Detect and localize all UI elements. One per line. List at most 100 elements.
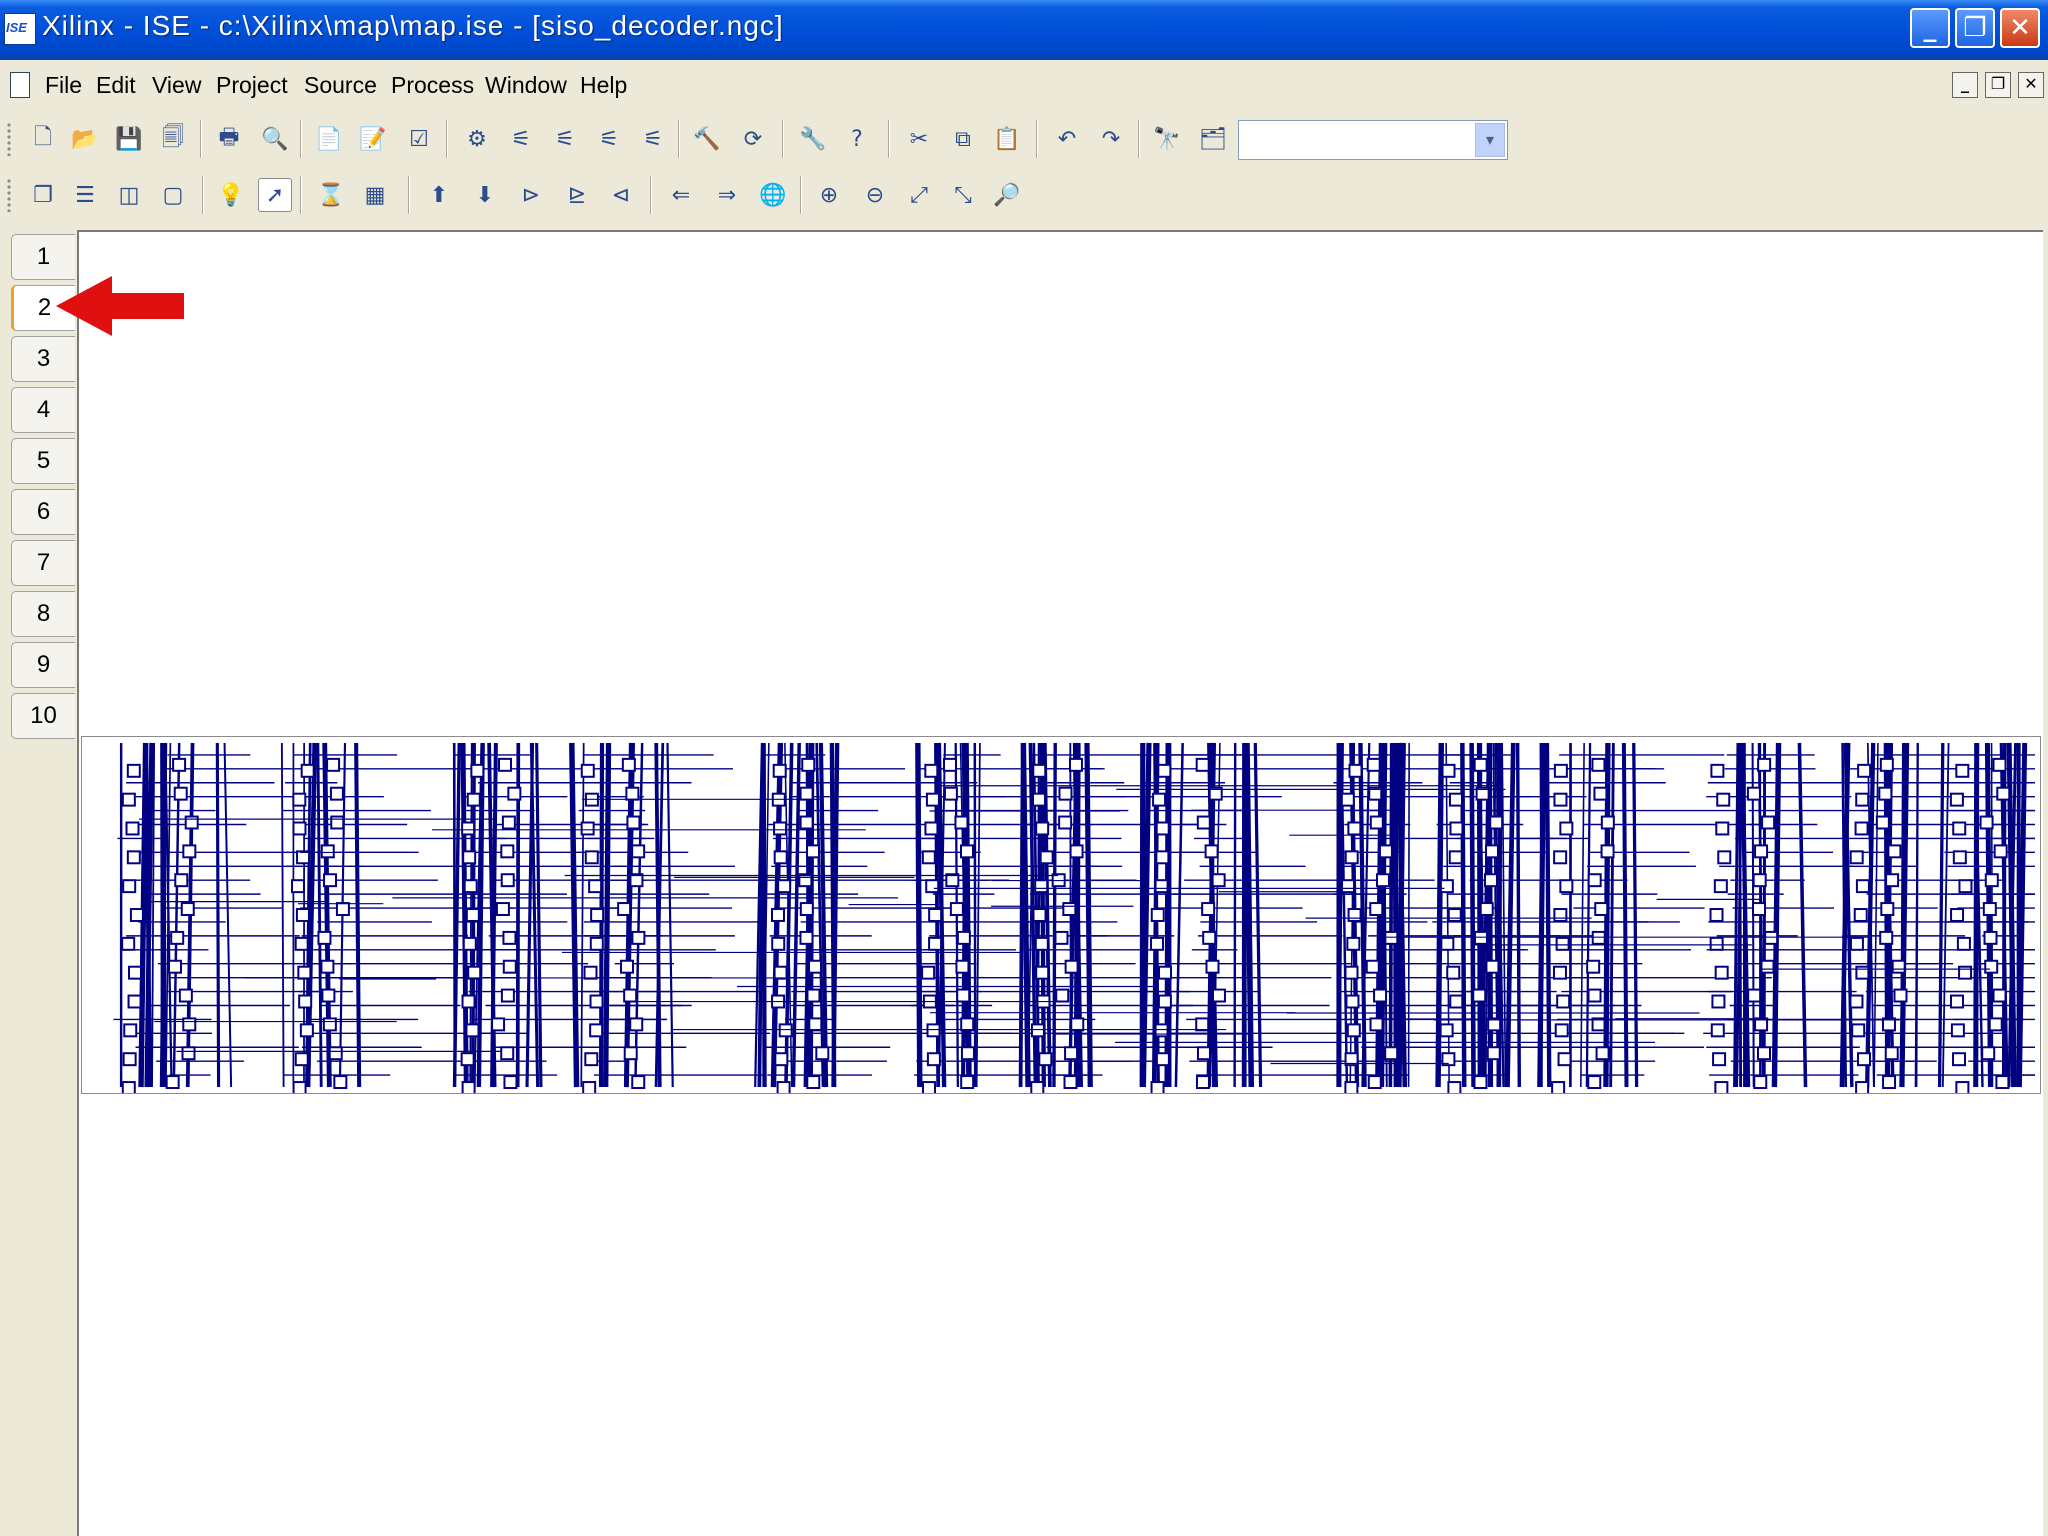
symbol-button[interactable]: ⊳: [514, 178, 548, 212]
hammer-button[interactable]: 🔨: [690, 122, 724, 156]
edit-button[interactable]: 📝: [356, 122, 390, 156]
scissors-icon: ✂: [909, 126, 929, 152]
zoom-out-icon: ⊖: [865, 182, 885, 208]
sheet-tab-5[interactable]: 5: [11, 438, 75, 484]
paste-button[interactable]: 📋: [990, 122, 1024, 156]
globe-button[interactable]: 🌐: [756, 178, 790, 212]
ise-app-icon[interactable]: ISE: [4, 13, 36, 45]
scissors-button[interactable]: ✂: [902, 122, 936, 156]
wrench-icon: 🔧: [799, 126, 827, 152]
menu-view[interactable]: View: [152, 72, 201, 99]
toolbar-separator: [888, 120, 890, 158]
select-pointer-button[interactable]: ➚: [258, 178, 292, 212]
forward-button[interactable]: ⇒: [710, 178, 744, 212]
back-button[interactable]: ⇐: [664, 178, 698, 212]
toolbar-separator: [200, 120, 202, 158]
find-in-files-button[interactable]: 🗂: [1196, 122, 1230, 156]
zoom-out-button[interactable]: ⊖: [858, 178, 892, 212]
push-down-icon: ⬇: [475, 182, 495, 208]
symbol-3-button[interactable]: ⊲: [604, 178, 638, 212]
toolbar-grip[interactable]: [6, 178, 12, 212]
toolbar-separator: [782, 120, 784, 158]
context-help-button[interactable]: ?: [840, 122, 874, 156]
document-icon[interactable]: [10, 72, 30, 98]
find-in-files-icon: 🗂: [1199, 126, 1227, 152]
copy-button[interactable]: ⧉: [946, 122, 980, 156]
mdi-restore-button[interactable]: ❐: [1985, 72, 2011, 98]
menu-project[interactable]: Project: [216, 72, 288, 99]
redo-button[interactable]: ↷: [1094, 122, 1128, 156]
save-button[interactable]: 💾: [112, 122, 146, 156]
close-icon: ✕: [2009, 13, 2031, 43]
check-button[interactable]: ☑: [402, 122, 436, 156]
tile-horizontal-button[interactable]: ☰: [68, 178, 102, 212]
wrench-button[interactable]: 🔧: [796, 122, 830, 156]
ref-button[interactable]: ▦: [358, 178, 392, 212]
cascade-windows-button[interactable]: ❐: [26, 178, 60, 212]
toolbar-separator: [1138, 120, 1140, 158]
sheet-tab-1[interactable]: 1: [11, 234, 75, 280]
red-arrow-annotation: [56, 276, 184, 336]
title-bar[interactable]: ISE Xilinx - ISE - c:\Xilinx\map\map.ise…: [0, 0, 2048, 60]
zoom-select-icon: 🔎: [993, 182, 1021, 208]
sheet-tab-7[interactable]: 7: [11, 540, 75, 586]
menu-window[interactable]: Window: [485, 72, 567, 99]
menu-file[interactable]: File: [45, 72, 82, 99]
cut-net-4-button[interactable]: ⚟: [636, 122, 670, 156]
toolbar-separator: [300, 176, 302, 214]
menu-help[interactable]: Help: [580, 72, 627, 99]
menu-process[interactable]: Process: [391, 72, 474, 99]
minimize-icon: _: [1923, 13, 1937, 43]
mdi-minimize-button[interactable]: _: [1952, 72, 1978, 98]
sheet-tab-8[interactable]: 8: [11, 591, 75, 637]
toolbar-grip[interactable]: [6, 122, 12, 156]
zoom-fit-button[interactable]: ⤢: [902, 178, 936, 212]
search-combobox[interactable]: ▾: [1238, 120, 1508, 160]
refresh-button[interactable]: ⟳: [736, 122, 770, 156]
open-folder-button[interactable]: 📂: [68, 122, 102, 156]
new-file-button[interactable]: 🗋: [26, 122, 60, 156]
undo-button[interactable]: ↶: [1050, 122, 1084, 156]
sheet-tab-4[interactable]: 4: [11, 387, 75, 433]
close-button[interactable]: ✕: [2000, 8, 2040, 48]
hourglass-button[interactable]: ⌛: [314, 178, 348, 212]
zoom-in-button[interactable]: ⊕: [812, 178, 846, 212]
save-all-button[interactable]: 🗐: [156, 122, 190, 156]
mdi-close-button[interactable]: ✕: [2018, 72, 2044, 98]
zoom-full-icon: ⤡: [954, 182, 972, 208]
print-preview-button[interactable]: 🔍: [258, 122, 292, 156]
minimize-button[interactable]: _: [1910, 8, 1950, 48]
properties-button[interactable]: 📄: [312, 122, 346, 156]
symbol-3-icon: ⊲: [611, 182, 631, 208]
chevron-down-icon[interactable]: ▾: [1475, 123, 1505, 157]
zoom-select-button[interactable]: 🔎: [990, 178, 1024, 212]
select-pointer-icon: ➚: [265, 182, 285, 208]
window-button[interactable]: ▢: [156, 178, 190, 212]
cut-net-3-icon: ⚟: [599, 126, 619, 152]
check-icon: ☑: [409, 126, 429, 152]
toolbar-separator: [408, 176, 410, 214]
sheet-tab-10[interactable]: 10: [11, 693, 75, 739]
menu-edit[interactable]: Edit: [96, 72, 136, 99]
sheet-tab-6[interactable]: 6: [11, 489, 75, 535]
tile-vertical-button[interactable]: ◫: [112, 178, 146, 212]
settings-button[interactable]: ⚙: [460, 122, 494, 156]
cut-net-button[interactable]: ⚟: [504, 122, 538, 156]
sheet-tab-3[interactable]: 3: [11, 336, 75, 382]
zoom-full-button[interactable]: ⤡: [946, 178, 980, 212]
restore-button[interactable]: ❐: [1955, 8, 1995, 48]
binoculars-button[interactable]: 🔭: [1150, 122, 1184, 156]
symbol-2-button[interactable]: ⊵: [560, 178, 594, 212]
cut-net-3-button[interactable]: ⚟: [592, 122, 626, 156]
push-up-button[interactable]: ⬆: [422, 178, 456, 212]
symbol-2-icon: ⊵: [567, 182, 587, 208]
lightbulb-icon: 💡: [217, 182, 245, 208]
print-icon: 🖶: [218, 125, 240, 150]
cut-net-2-button[interactable]: ⚟: [548, 122, 582, 156]
menu-source[interactable]: Source: [304, 72, 377, 99]
print-button[interactable]: 🖶: [212, 122, 246, 156]
push-down-button[interactable]: ⬇: [468, 178, 502, 212]
schematic-view[interactable]: [81, 736, 2041, 1094]
sheet-tab-9[interactable]: 9: [11, 642, 75, 688]
lightbulb-button[interactable]: 💡: [214, 178, 248, 212]
